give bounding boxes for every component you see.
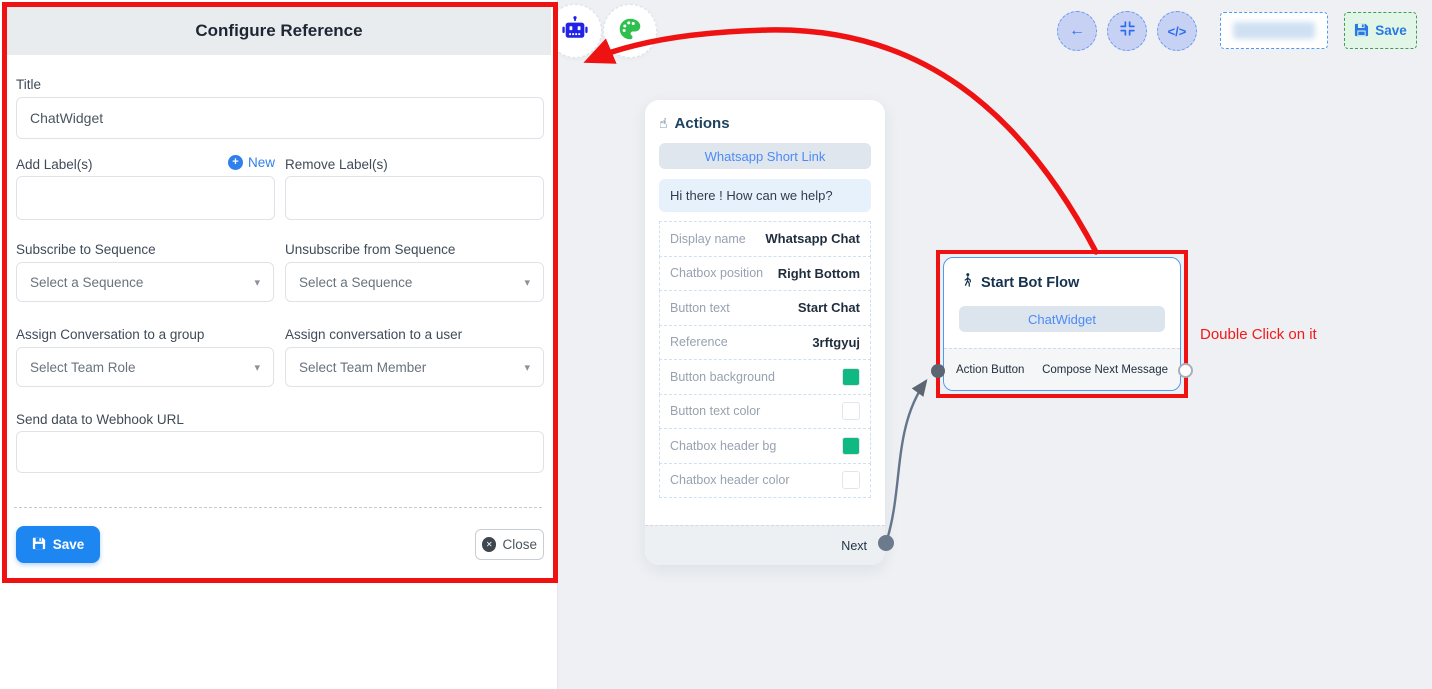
robot-icon — [561, 15, 589, 48]
config-row-display-name[interactable]: Display name Whatsapp Chat — [659, 221, 871, 257]
row-label: Button text — [670, 301, 730, 315]
save-icon — [1354, 22, 1369, 40]
panel-header: Configure Reference — [7, 7, 551, 55]
action-button-port-label: Action Button — [956, 364, 1024, 376]
chevron-down-icon: ▾ — [254, 276, 260, 289]
color-swatch[interactable] — [842, 402, 860, 420]
new-link-label: New — [248, 155, 275, 170]
assign-user-select[interactable]: Select Team Member ▾ — [285, 347, 544, 387]
theme-menu-button[interactable] — [603, 4, 657, 58]
panel-title: Configure Reference — [195, 21, 362, 41]
assign-group-select[interactable]: Select Team Role ▾ — [16, 347, 274, 387]
start-bot-flow-footer: Action Button Compose Next Message — [944, 348, 1180, 390]
start-bot-flow-title: Start Bot Flow — [981, 275, 1079, 291]
chevron-down-icon: ▾ — [524, 361, 530, 374]
save-icon — [32, 536, 46, 553]
color-swatch[interactable] — [842, 437, 860, 455]
back-button[interactable]: ← — [1057, 11, 1097, 51]
compose-next-message-output-port[interactable] — [1178, 363, 1193, 378]
webhook-url-input[interactable] — [16, 431, 544, 473]
subscribe-sequence-label: Subscribe to Sequence — [16, 242, 156, 257]
actions-card-title: Actions — [675, 115, 730, 132]
flow-builder-canvas: ← </> Save ☝ Actions — [0, 0, 1432, 689]
new-label-link[interactable]: + New — [16, 155, 275, 170]
whatsapp-short-link-label: Whatsapp Short Link — [705, 149, 826, 164]
close-button[interactable]: ✕ Close — [475, 529, 544, 560]
plus-icon: + — [228, 155, 243, 170]
fit-view-button[interactable] — [1107, 11, 1147, 51]
touch-icon: ☝ — [659, 115, 668, 132]
config-row-reference[interactable]: Reference 3rftgyuj — [659, 325, 871, 361]
row-label: Button text color — [670, 404, 760, 418]
color-swatch[interactable] — [842, 368, 860, 386]
save-button[interactable]: Save — [16, 526, 100, 563]
welcome-message-preview: Hi there ! How can we help? — [659, 179, 871, 212]
webhook-url-label: Send data to Webhook URL — [16, 412, 184, 427]
config-row-chatbox-header-bg[interactable]: Chatbox header bg — [659, 428, 871, 464]
redacted-text — [1233, 22, 1315, 39]
actions-card: ☝ Actions Whatsapp Short Link Hi there !… — [645, 100, 885, 565]
actions-config-rows: Display name Whatsapp Chat Chatbox posit… — [659, 221, 871, 498]
chatwidget-reference-button[interactable]: ChatWidget — [959, 306, 1165, 332]
actions-card-header: ☝ Actions — [645, 100, 885, 141]
chevron-down-icon: ▾ — [254, 361, 260, 374]
subscribe-sequence-select[interactable]: Select a Sequence ▾ — [16, 262, 274, 302]
walking-person-icon — [960, 272, 975, 294]
next-output-port[interactable] — [878, 535, 894, 551]
close-button-label: Close — [502, 537, 537, 552]
whatsapp-short-link-button[interactable]: Whatsapp Short Link — [659, 143, 871, 169]
save-button-label: Save — [53, 537, 85, 552]
row-label: Chatbox header color — [670, 473, 790, 487]
row-value: Right Bottom — [778, 266, 860, 281]
row-label: Reference — [670, 335, 728, 349]
row-value: Start Chat — [798, 300, 860, 315]
assign-user-value: Select Team Member — [299, 360, 426, 375]
config-row-button-text[interactable]: Button text Start Chat — [659, 290, 871, 326]
panel-divider — [14, 507, 542, 508]
flow-save-button[interactable]: Save — [1344, 12, 1417, 49]
double-click-annotation: Double Click on it — [1200, 326, 1317, 343]
flow-save-label: Save — [1375, 23, 1407, 38]
add-labels-input[interactable] — [16, 176, 275, 220]
config-row-chatbox-header-color[interactable]: Chatbox header color — [659, 463, 871, 499]
compress-icon — [1119, 20, 1136, 42]
row-label: Chatbox position — [670, 266, 763, 280]
unsubscribe-sequence-label: Unsubscribe from Sequence — [285, 242, 455, 257]
color-swatch[interactable] — [842, 471, 860, 489]
config-row-button-background[interactable]: Button background — [659, 359, 871, 395]
subscribe-sequence-value: Select a Sequence — [30, 275, 143, 290]
next-label: Next — [841, 539, 867, 553]
chevron-down-icon: ▾ — [524, 276, 530, 289]
remove-labels-label: Remove Label(s) — [285, 157, 388, 172]
row-value: Whatsapp Chat — [765, 231, 860, 246]
config-row-button-text-color[interactable]: Button text color — [659, 394, 871, 430]
assign-group-label: Assign Conversation to a group — [16, 327, 204, 342]
row-value: 3rftgyuj — [812, 335, 860, 350]
configure-reference-panel: Configure Reference Title Add Label(s) +… — [0, 0, 558, 689]
remove-labels-input[interactable] — [285, 176, 544, 220]
embed-code-button[interactable]: </> — [1157, 11, 1197, 51]
title-input[interactable] — [16, 97, 544, 139]
flow-title-field[interactable] — [1220, 12, 1328, 49]
close-icon: ✕ — [482, 537, 496, 552]
next-to-action-connector — [886, 381, 926, 543]
row-label: Display name — [670, 232, 746, 246]
back-arrow-icon: ← — [1069, 22, 1085, 40]
row-label: Chatbox header bg — [670, 439, 776, 453]
title-label: Title — [16, 77, 41, 92]
assign-group-value: Select Team Role — [30, 360, 136, 375]
chatwidget-reference-label: ChatWidget — [1028, 312, 1096, 327]
code-icon: </> — [1168, 24, 1187, 39]
unsubscribe-sequence-select[interactable]: Select a Sequence ▾ — [285, 262, 544, 302]
compose-next-message-port-label: Compose Next Message — [1042, 364, 1168, 376]
palette-icon — [617, 16, 643, 47]
unsubscribe-sequence-value: Select a Sequence — [299, 275, 412, 290]
start-bot-flow-header: Start Bot Flow — [944, 258, 1180, 300]
config-row-chatbox-position[interactable]: Chatbox position Right Bottom — [659, 256, 871, 292]
start-bot-flow-node[interactable]: Start Bot Flow ChatWidget Action Button … — [943, 257, 1181, 391]
actions-card-footer: Next — [645, 525, 885, 565]
assign-user-label: Assign conversation to a user — [285, 327, 462, 342]
row-label: Button background — [670, 370, 775, 384]
action-button-input-port[interactable] — [931, 364, 945, 378]
